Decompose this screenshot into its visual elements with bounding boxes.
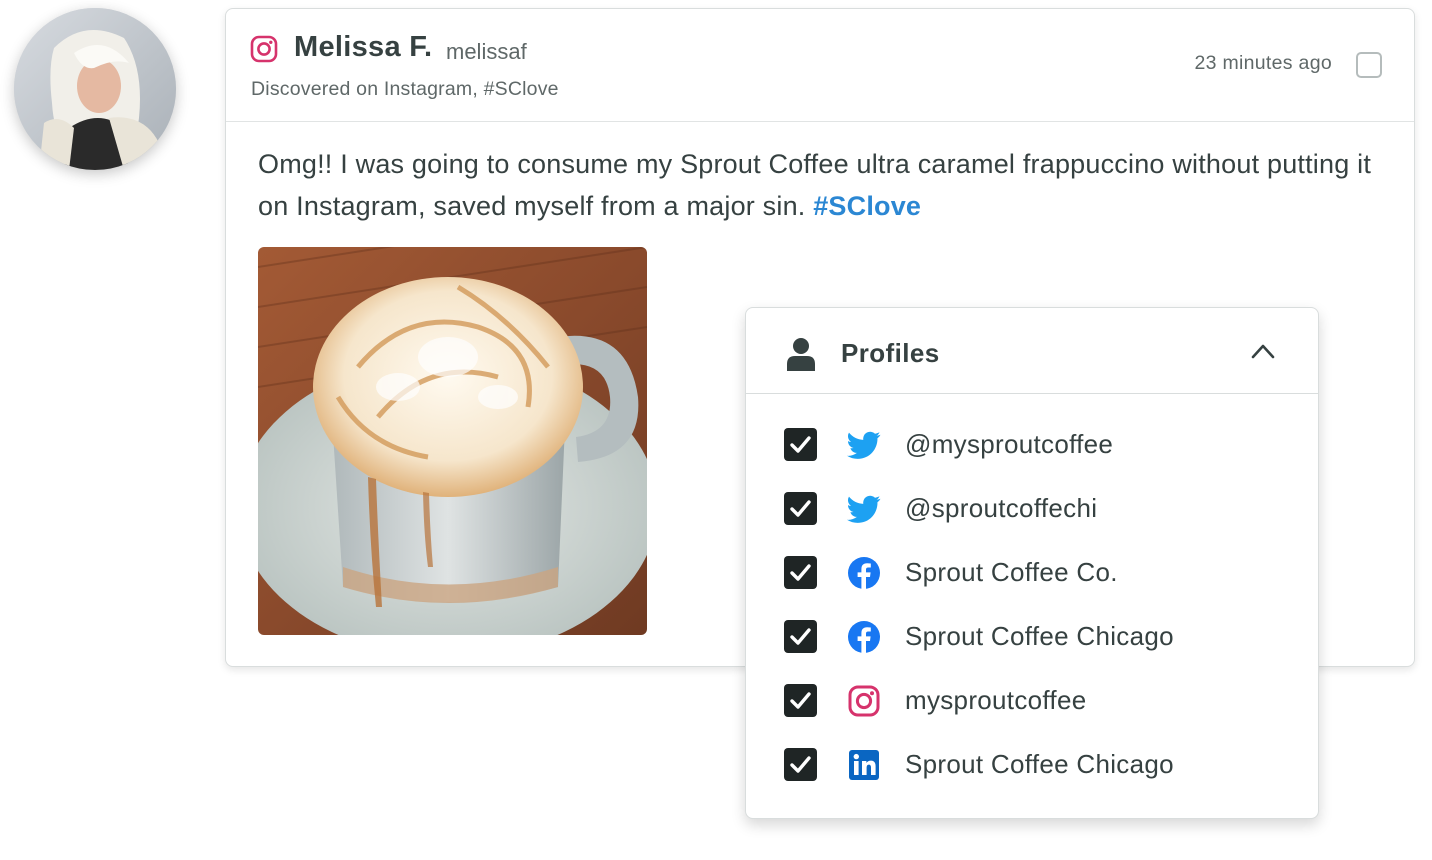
- profile-label: Sprout Coffee Co.: [905, 557, 1118, 587]
- profile-label: mysproutcoffee: [905, 685, 1087, 715]
- profile-label: @mysproutcoffee: [905, 429, 1114, 459]
- profile-item[interactable]: Sprout Coffee Co.: [746, 542, 1318, 606]
- profile-item[interactable]: @mysproutcoffee: [746, 414, 1318, 478]
- profile-label: Sprout Coffee Chicago: [905, 621, 1174, 651]
- profile-item[interactable]: mysproutcoffee: [746, 670, 1318, 734]
- twitter-icon: [847, 431, 881, 459]
- profiles-dropdown[interactable]: Profiles @mysproutcoffee @sproutcoffechi: [745, 307, 1319, 819]
- profile-checkbox[interactable]: [784, 556, 817, 589]
- post-source: Discovered on Instagram, #SClove: [251, 78, 559, 100]
- profiles-title: Profiles: [841, 338, 940, 368]
- instagram-icon: [848, 685, 880, 717]
- post-image[interactable]: [258, 247, 647, 635]
- profile-label: @sproutcoffechi: [905, 493, 1098, 523]
- facebook-icon: [848, 621, 880, 653]
- chevron-up-icon[interactable]: [1250, 342, 1276, 360]
- author-name[interactable]: Melissa F.: [294, 31, 432, 64]
- post-header: Melissa F. melissaf Discovered on Instag…: [226, 9, 1414, 122]
- post-body: Omg!! I was going to consume my Sprout C…: [258, 143, 1378, 227]
- hashtag-link[interactable]: #SClove: [813, 191, 921, 221]
- profile-list: @mysproutcoffee @sproutcoffechi Sprout C…: [746, 414, 1318, 798]
- post-timestamp: 23 minutes ago: [1194, 52, 1332, 74]
- profiles-dropdown-header[interactable]: Profiles: [746, 308, 1318, 394]
- author-avatar[interactable]: [14, 8, 176, 170]
- linkedin-icon: [849, 750, 879, 780]
- person-icon: [787, 338, 815, 371]
- profile-checkbox[interactable]: [784, 492, 817, 525]
- author-handle[interactable]: melissaf: [446, 39, 527, 65]
- profile-checkbox[interactable]: [784, 428, 817, 461]
- profile-item[interactable]: Sprout Coffee Chicago: [746, 734, 1318, 798]
- instagram-icon: [250, 35, 278, 63]
- profile-checkbox[interactable]: [784, 620, 817, 653]
- profile-item[interactable]: Sprout Coffee Chicago: [746, 606, 1318, 670]
- twitter-icon: [847, 495, 881, 523]
- profile-item[interactable]: @sproutcoffechi: [746, 478, 1318, 542]
- profile-label: Sprout Coffee Chicago: [905, 749, 1174, 779]
- profile-checkbox[interactable]: [784, 684, 817, 717]
- profile-checkbox[interactable]: [784, 748, 817, 781]
- facebook-icon: [848, 557, 880, 589]
- select-post-checkbox[interactable]: [1356, 52, 1382, 78]
